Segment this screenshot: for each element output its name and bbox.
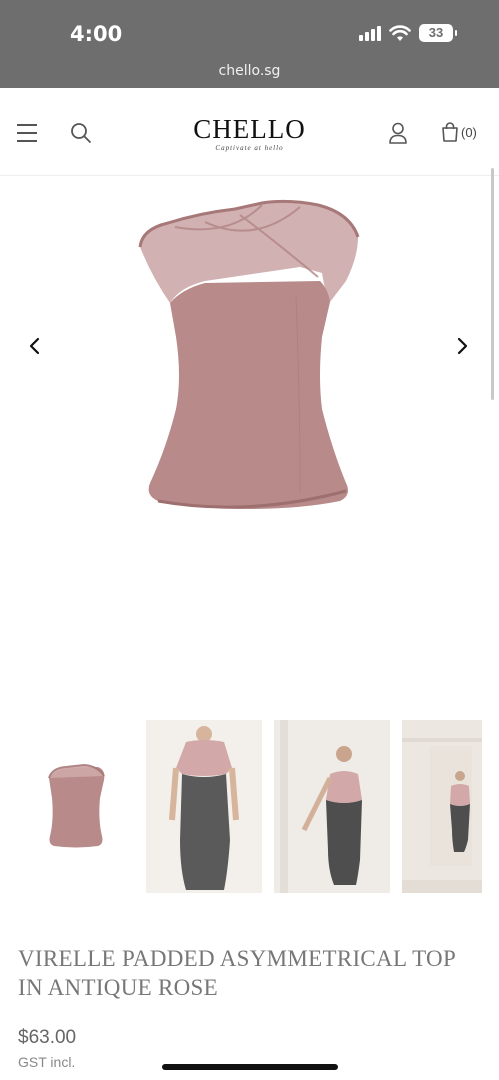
thumbnail-4[interactable] xyxy=(402,720,482,893)
cart-icon xyxy=(442,122,458,142)
signal-icon xyxy=(359,25,381,41)
site-header: CHELLO Captivate at hello (0) xyxy=(0,88,499,176)
address-bar-url[interactable]: chello.sg xyxy=(0,63,499,79)
page-scrollbar[interactable] xyxy=(491,168,494,400)
thumbnail-model-full-image xyxy=(402,720,482,893)
cart-button[interactable]: (0) xyxy=(441,122,477,142)
thumbnail-strip xyxy=(18,720,482,893)
tax-note: GST incl. xyxy=(18,1054,76,1070)
chevron-left-icon[interactable] xyxy=(26,337,44,355)
status-icons: 33 xyxy=(359,24,457,42)
logo-text: CHELLO xyxy=(193,114,306,144)
product-main-image xyxy=(138,199,360,509)
thumbnail-2[interactable] xyxy=(146,720,262,893)
status-bar: 4:00 33 chello.sg xyxy=(0,0,499,88)
thumbnail-model-pose-image xyxy=(274,720,390,893)
thumbnail-3[interactable] xyxy=(274,720,390,893)
thumbnail-top-image xyxy=(48,763,105,848)
battery-icon: 33 xyxy=(419,24,457,42)
cart-count: (0) xyxy=(461,124,477,140)
chevron-right-icon[interactable] xyxy=(453,337,471,355)
product-title: VIRELLE PADDED ASYMMETRICAL TOP IN ANTIQ… xyxy=(18,946,456,1000)
account-icon[interactable] xyxy=(388,122,408,144)
logo-tagline: Captivate at hello xyxy=(215,144,284,152)
wifi-icon xyxy=(389,24,411,41)
brand-logo[interactable]: CHELLO Captivate at hello xyxy=(0,114,499,152)
status-time: 4:00 xyxy=(70,22,123,46)
thumbnail-model-front-image xyxy=(146,720,262,893)
product-price: $63.00 xyxy=(18,1027,77,1048)
thumbnail-1[interactable] xyxy=(18,720,134,893)
home-indicator[interactable] xyxy=(162,1064,338,1070)
product-image-gallery[interactable] xyxy=(0,177,499,702)
